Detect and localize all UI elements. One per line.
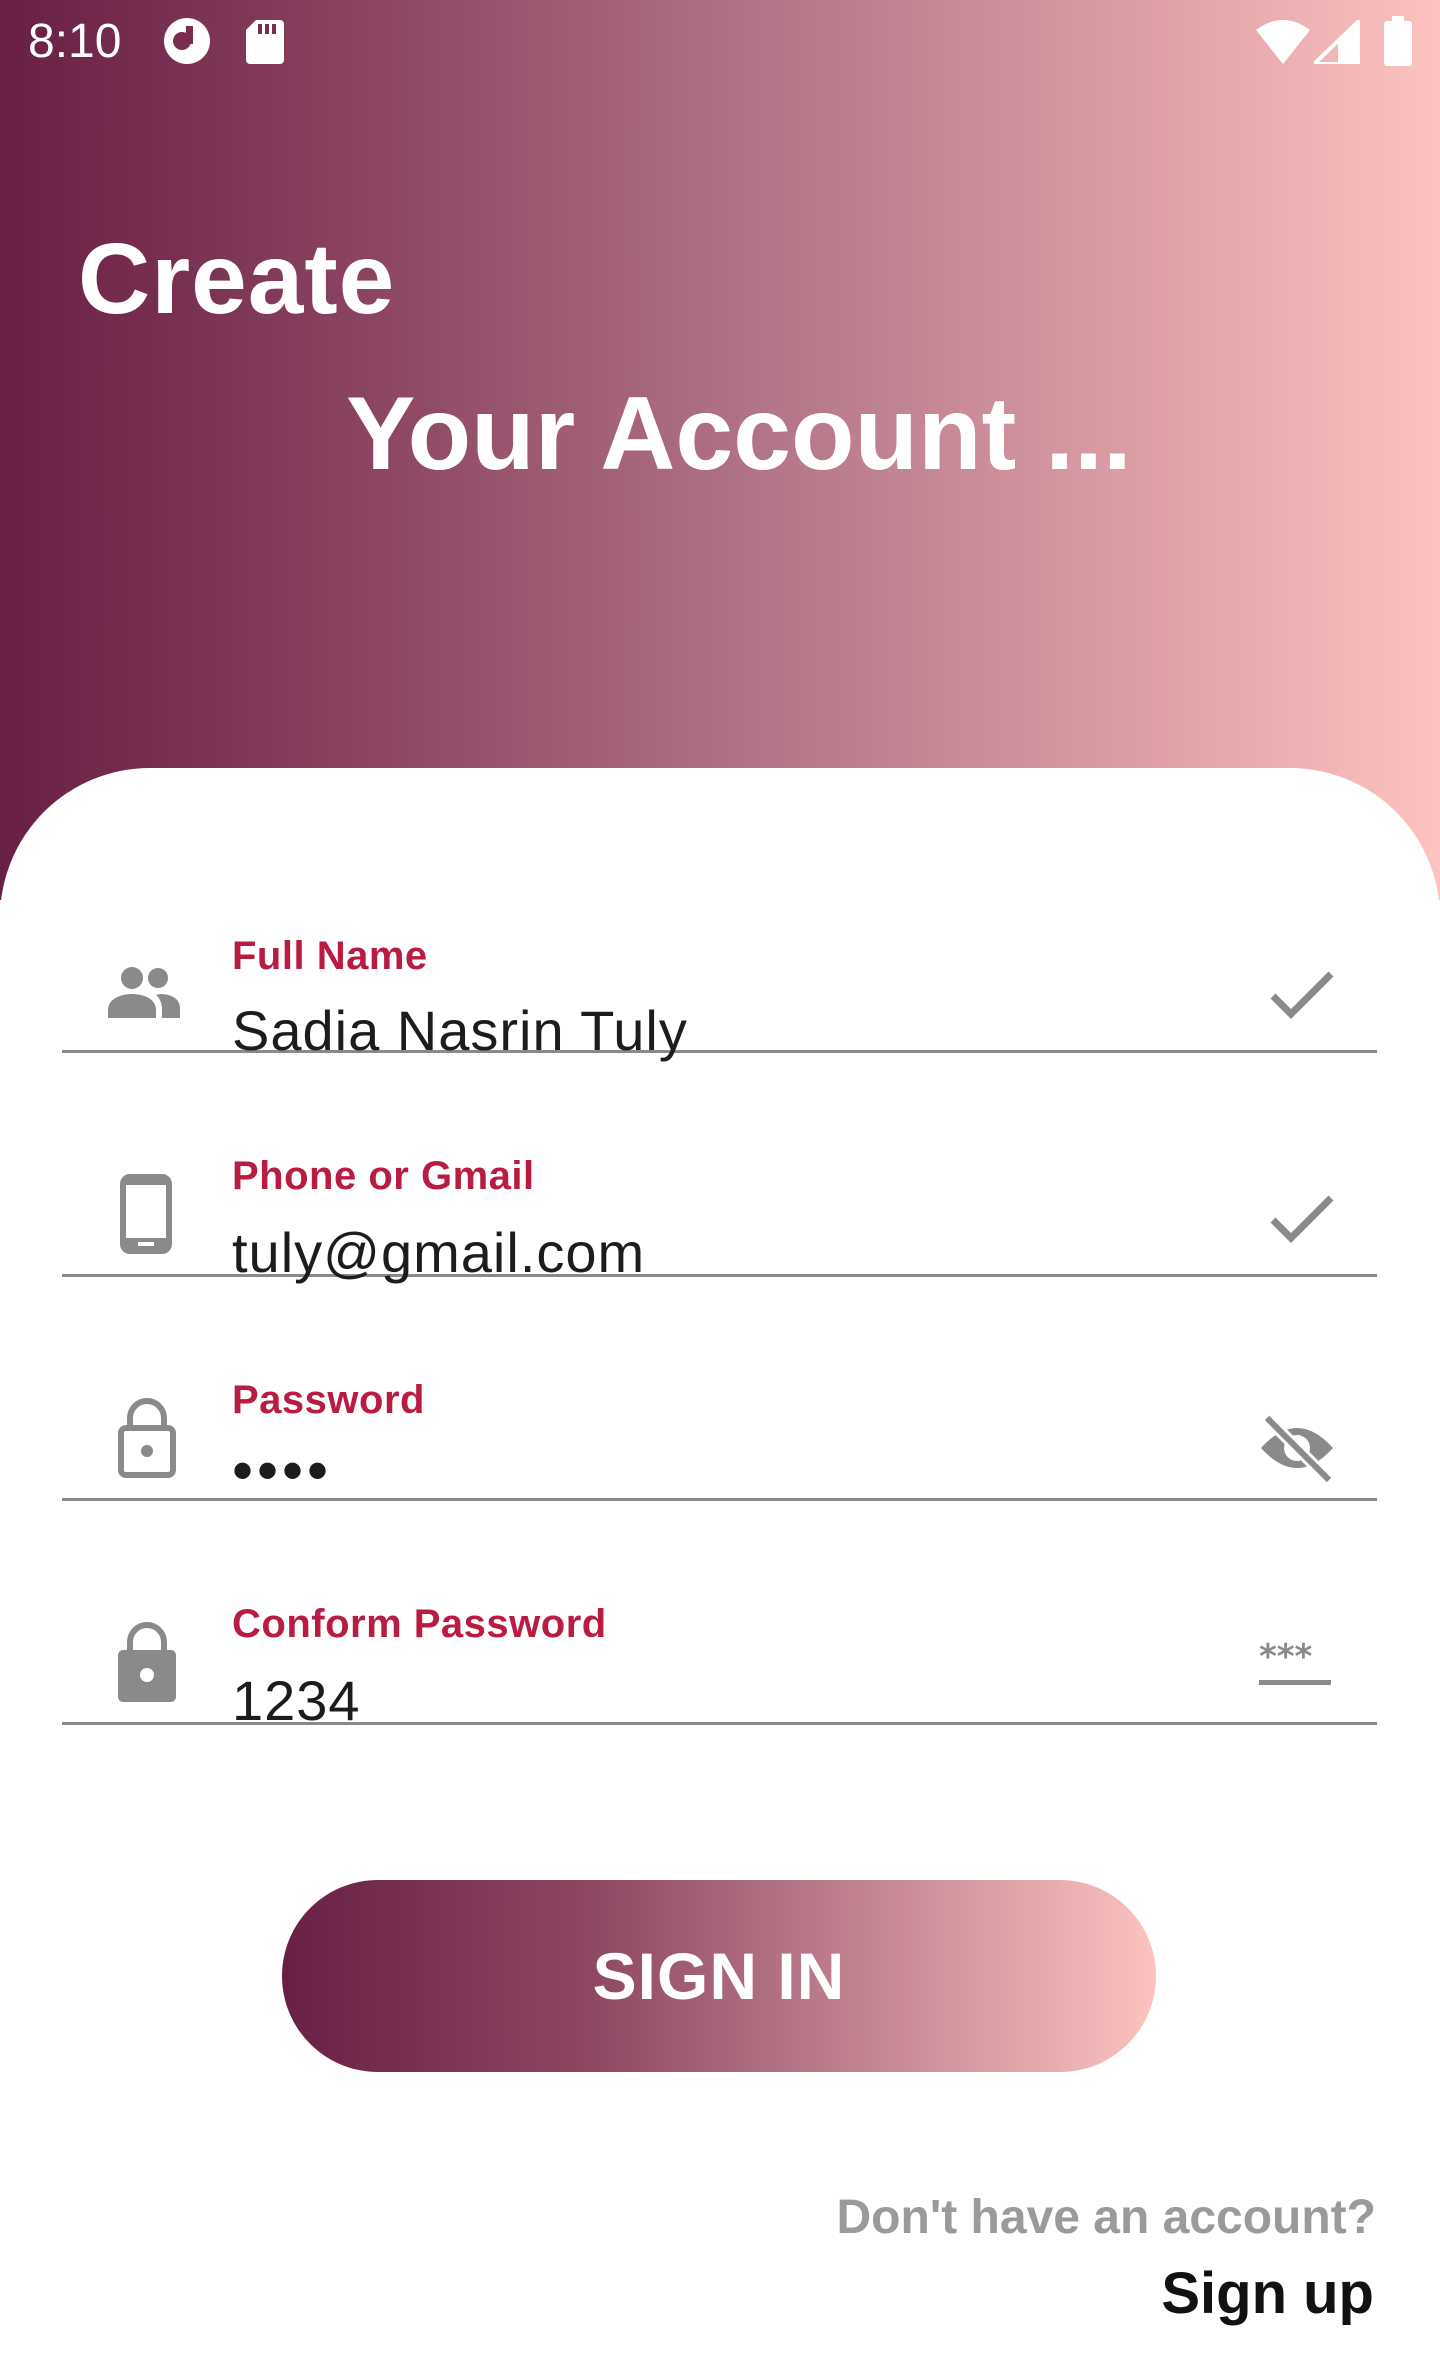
sd-card-icon [246, 20, 284, 69]
phone-or-gmail-field[interactable]: Phone or Gmail tuly@gmail.com [62, 1050, 1377, 1284]
page-title-line2: Your Account ... [346, 376, 1132, 492]
password-value: •••• [232, 1437, 333, 1504]
people-icon [108, 966, 180, 1023]
confirm-password-label: Conform Password [232, 1602, 607, 1646]
form-card: Full Name Sadia Nasrin Tuly Phone or Gma… [0, 768, 1440, 2360]
phone-or-gmail-label: Phone or Gmail [232, 1154, 535, 1198]
check-icon [1269, 970, 1335, 1027]
svg-text:***: *** [1259, 1640, 1313, 1677]
sign-up-link[interactable]: Sign up [1161, 2260, 1374, 2327]
eye-off-icon[interactable] [1257, 1412, 1337, 1489]
password-label: Password [232, 1378, 425, 1422]
password-field[interactable]: Password •••• [62, 1274, 1377, 1504]
page-title-line1: Create [78, 223, 396, 335]
status-time: 8:10 [28, 15, 122, 68]
wifi-icon [1256, 20, 1310, 69]
notification-circle-icon [162, 16, 212, 71]
signal-icon [1309, 15, 1362, 69]
sign-in-button[interactable]: SIGN IN [282, 1880, 1156, 2072]
lock-open-icon [118, 1398, 176, 1483]
phone-icon [120, 1174, 172, 1259]
status-bar: 8:10 [0, 0, 1440, 84]
full-name-field[interactable]: Full Name Sadia Nasrin Tuly [62, 826, 1377, 1062]
password-mask-icon[interactable]: *** [1257, 1637, 1333, 1695]
confirm-password-field[interactable]: Conform Password 1234 *** [62, 1498, 1377, 1732]
no-account-text: Don't have an account? [836, 2191, 1376, 2244]
lock-icon [118, 1622, 176, 1707]
confirm-password-value: 1234 [232, 1669, 361, 1732]
check-icon [1269, 1194, 1335, 1251]
battery-icon [1384, 16, 1412, 71]
full-name-label: Full Name [232, 934, 428, 978]
